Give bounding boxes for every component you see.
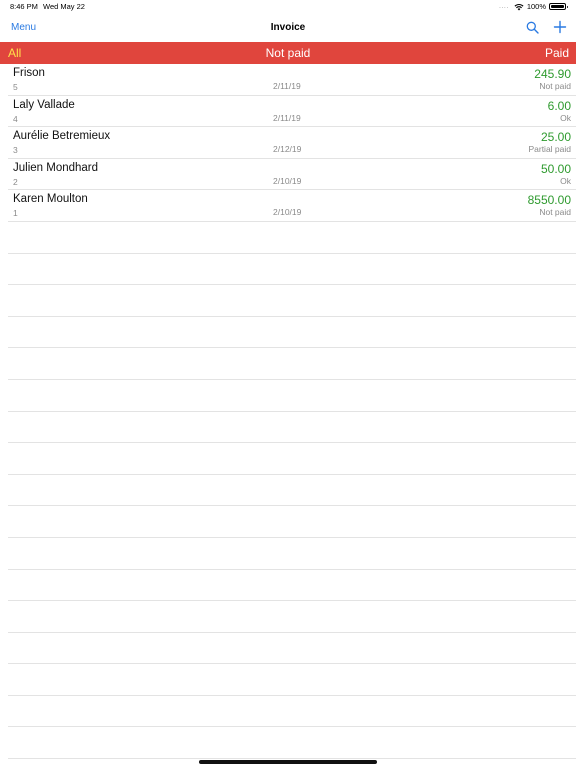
invoice-date: 2/10/19: [273, 207, 302, 218]
invoice-date: 2/10/19: [273, 175, 302, 186]
navigation-bar: Menu Invoice: [0, 14, 576, 42]
battery-icon: [549, 3, 568, 10]
invoice-number: 5: [13, 82, 18, 92]
battery-percent: 100%: [526, 2, 546, 11]
client-name: Frison: [13, 67, 45, 79]
empty-row-separator: [8, 696, 576, 728]
empty-row-separator: [8, 380, 576, 412]
empty-row-separator: [8, 222, 576, 254]
search-icon[interactable]: [526, 21, 539, 34]
filter-bar: All Not paid Paid: [0, 42, 576, 64]
empty-row-separator: [8, 348, 576, 380]
invoice-amount: 50.00: [540, 161, 571, 176]
filter-paid-tab[interactable]: Paid: [545, 46, 569, 60]
filter-not-paid-container: Not paid: [0, 46, 576, 60]
invoice-row[interactable]: Frison 5 2/11/19 245.90 Not paid: [8, 64, 576, 96]
invoice-date: 2/12/19: [273, 144, 302, 155]
empty-row-separator: [8, 664, 576, 696]
signal-icon: ....: [499, 3, 509, 10]
empty-row-separator: [8, 443, 576, 475]
empty-row-separator: [8, 570, 576, 602]
invoice-number: 1: [13, 208, 18, 219]
invoice-amount: 25.00: [540, 130, 571, 145]
empty-row-separator: [8, 317, 576, 349]
status-time: 8:46 PM: [10, 2, 38, 11]
status-indicators: .... 100%: [499, 2, 568, 11]
payment-status: Ok: [560, 175, 571, 186]
empty-rows: [0, 222, 576, 760]
invoice-amount: 8550.00: [527, 193, 571, 208]
plus-icon[interactable]: [553, 20, 567, 34]
empty-row-separator: [8, 254, 576, 286]
invoice-number: 2: [13, 176, 18, 187]
invoice-list: Frison 5 2/11/19 245.90 Not paid Laly Va…: [0, 64, 576, 760]
empty-row-separator: [8, 633, 576, 665]
invoice-amount: 6.00: [547, 98, 571, 113]
client-name: Laly Vallade: [13, 98, 75, 111]
invoice-row[interactable]: Laly Vallade 4 2/11/19 6.00 Ok: [8, 96, 576, 128]
payment-status: Not paid: [539, 207, 571, 218]
filter-not-paid-tab[interactable]: Not paid: [266, 46, 311, 60]
empty-row-separator: [8, 285, 576, 317]
invoice-row[interactable]: Julien Mondhard 2 2/10/19 50.00 Ok: [8, 159, 576, 191]
empty-row-separator: [8, 727, 576, 760]
home-indicator[interactable]: [199, 760, 377, 764]
client-name: Julien Mondhard: [13, 161, 99, 174]
empty-row-separator: [8, 412, 576, 444]
client-name: Karen Moulton: [13, 193, 88, 206]
payment-status: Not paid: [539, 81, 571, 91]
invoice-screen: 8:46 PM Wed May 22 .... 100% Menu Invoic…: [0, 0, 576, 768]
invoice-row[interactable]: Aurélie Betremieux 3 2/12/19 25.00 Parti…: [8, 127, 576, 159]
payment-status: Ok: [560, 112, 571, 123]
empty-row-separator: [8, 475, 576, 507]
empty-row-separator: [8, 601, 576, 633]
wifi-icon: [514, 3, 524, 10]
page-title: Invoice: [270, 22, 306, 33]
invoice-date: 2/11/19: [273, 112, 301, 123]
payment-status: Partial paid: [528, 144, 571, 155]
empty-row-separator: [8, 538, 576, 570]
invoice-date: 2/11/19: [273, 81, 301, 91]
invoice-amount: 245.90: [534, 67, 571, 81]
invoice-number: 3: [13, 145, 18, 156]
status-date: Wed May 22: [43, 2, 85, 11]
invoice-row[interactable]: Karen Moulton 1 2/10/19 8550.00 Not paid: [8, 190, 576, 222]
invoice-number: 4: [13, 113, 18, 124]
empty-row-separator: [8, 506, 576, 538]
status-bar: 8:46 PM Wed May 22 .... 100%: [0, 0, 576, 14]
client-name: Aurélie Betremieux: [13, 130, 111, 143]
